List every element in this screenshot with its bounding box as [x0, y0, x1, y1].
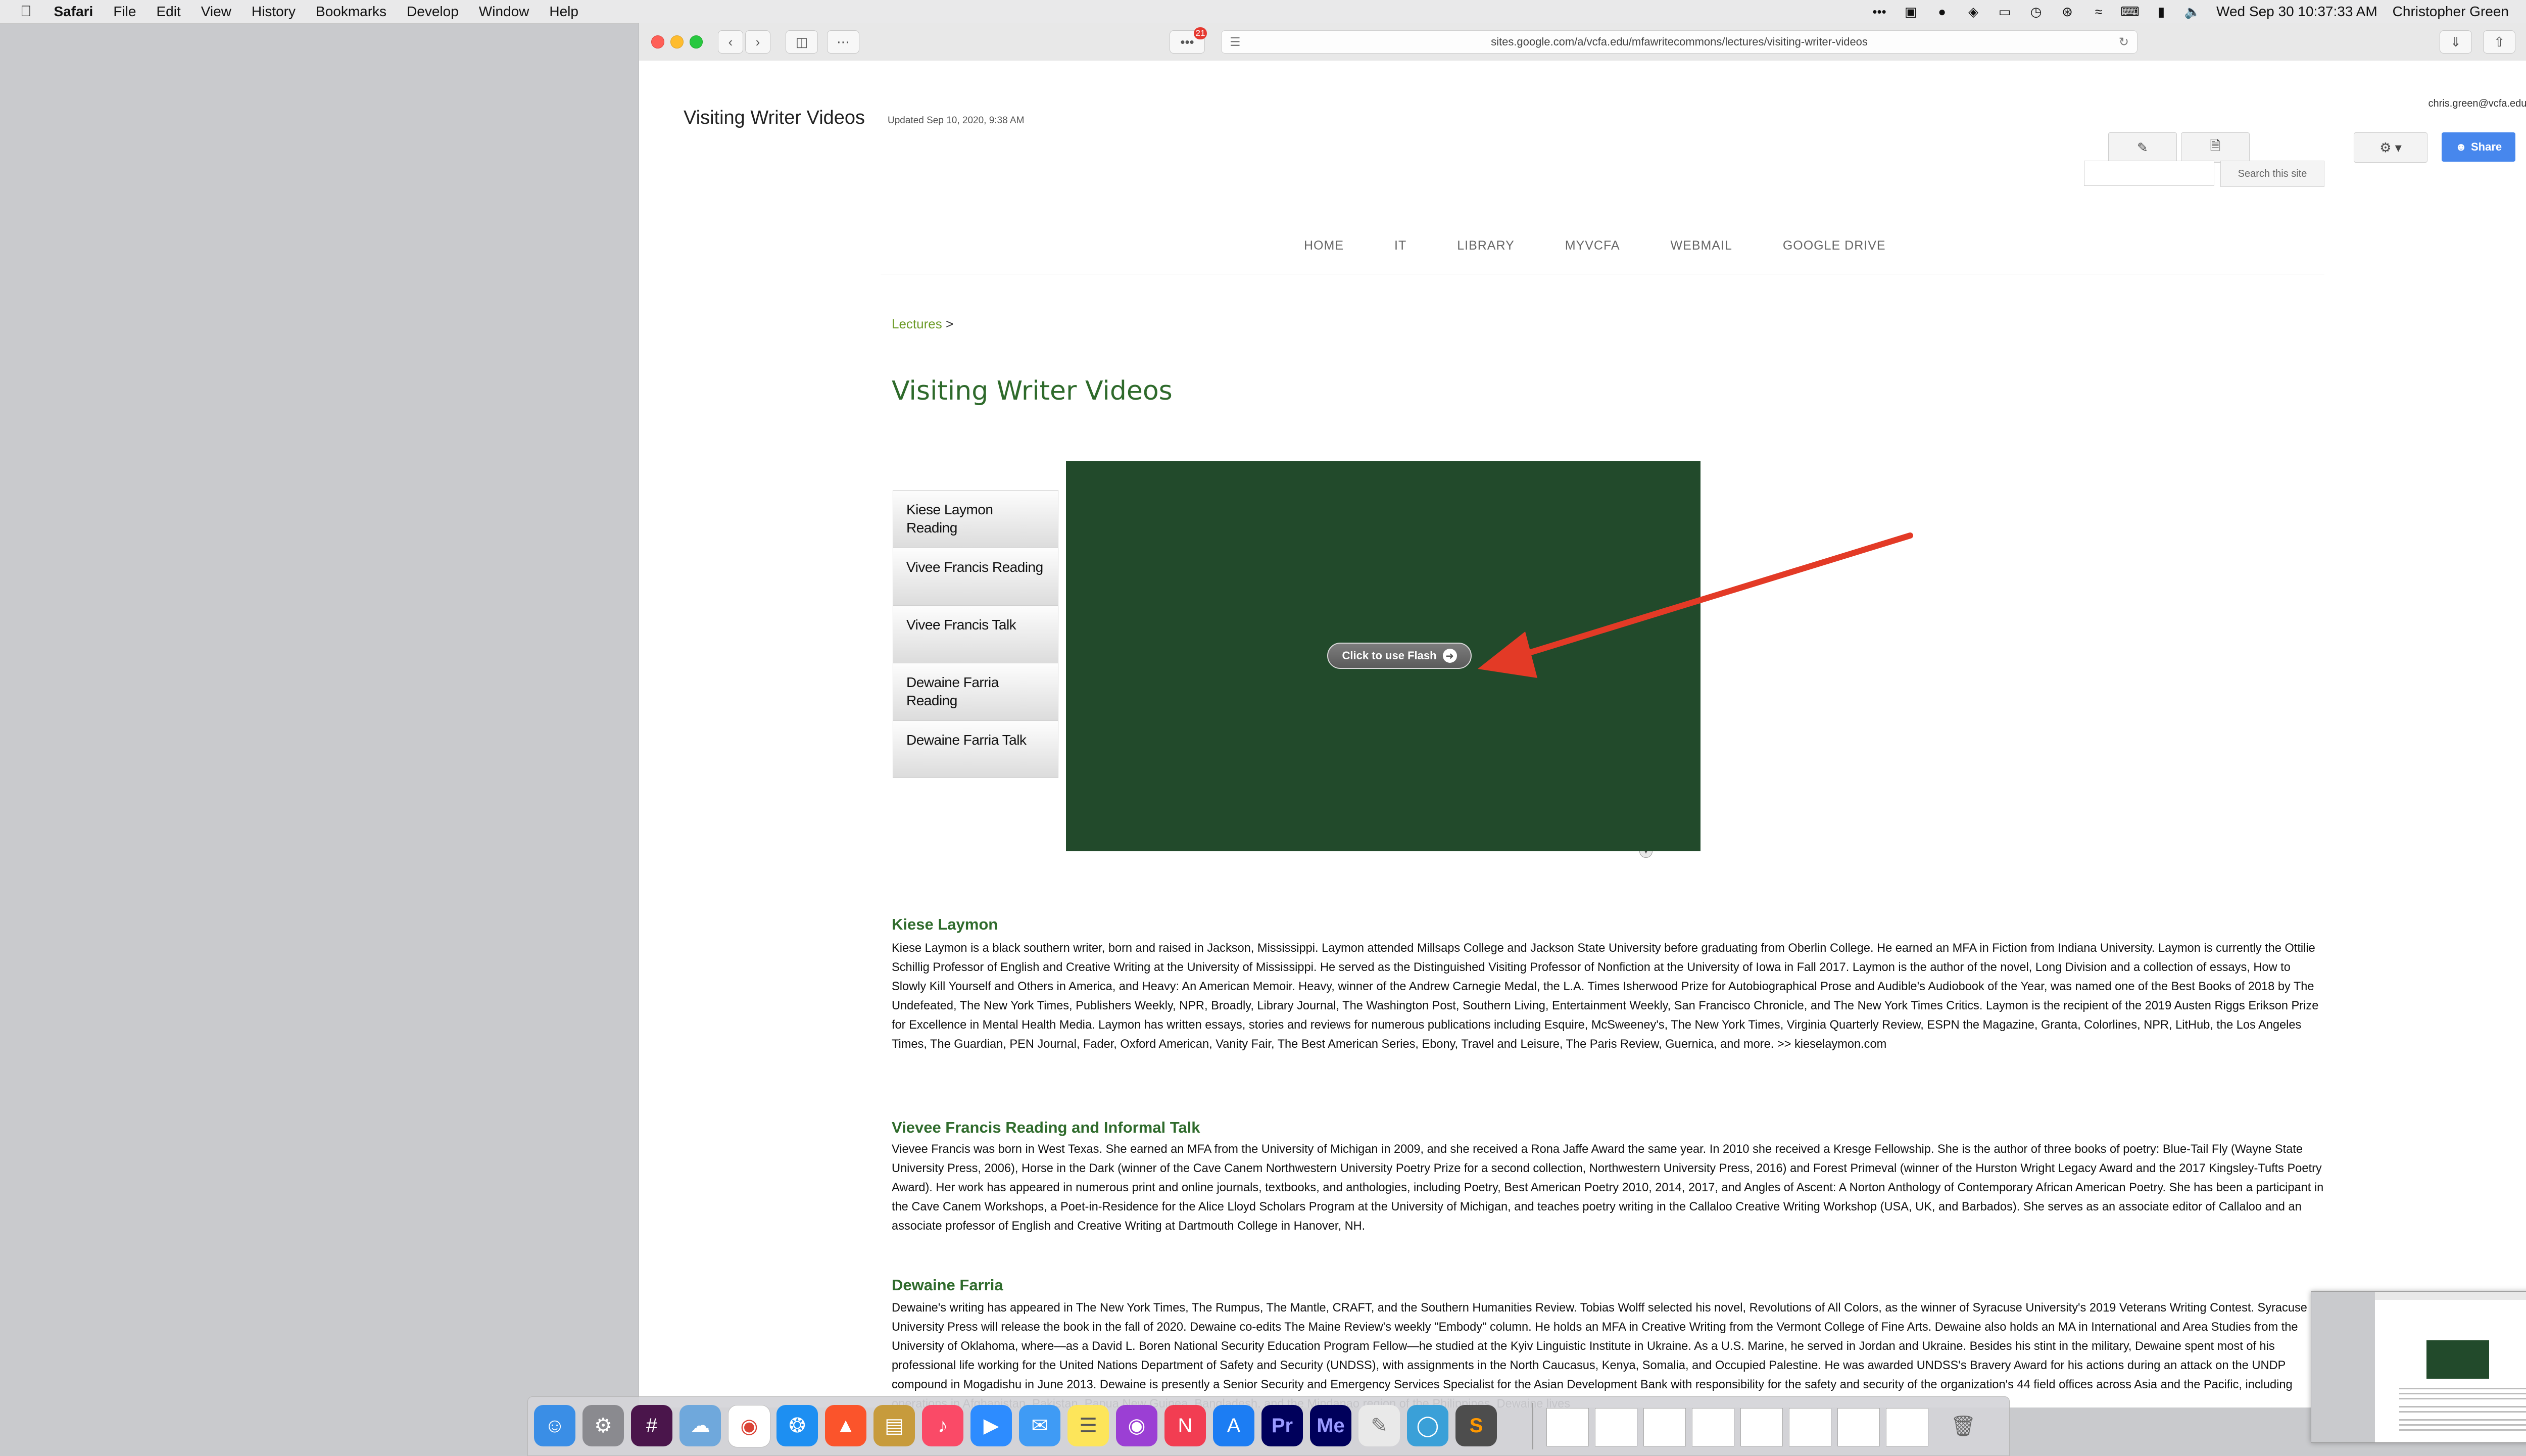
- downloads-icon[interactable]: ⇓: [2440, 30, 2472, 54]
- trash-icon[interactable]: 🗑: [1942, 1405, 1984, 1446]
- thumbnail-text-line: [2399, 1393, 2526, 1394]
- podcasts-icon[interactable]: ◉: [1116, 1405, 1157, 1446]
- menu-app-name[interactable]: Safari: [54, 4, 93, 20]
- sidebar-icon[interactable]: ◫: [786, 30, 818, 54]
- safari-toolbar: ‹ › ◫ ⋯ ••• 21 ☰ sites.google.com/a/vcfa…: [639, 23, 2526, 61]
- thumbnail-text-line: [2399, 1388, 2526, 1389]
- archive-icon[interactable]: ▤: [873, 1405, 915, 1446]
- bio-heading: Vievee Francis Reading and Informal Talk: [892, 1119, 1200, 1136]
- volume-icon[interactable]: 🔈: [2184, 4, 2201, 19]
- dock-document-thumbnail[interactable]: [1837, 1408, 1880, 1446]
- bio-heading: Kiese Laymon: [892, 915, 998, 933]
- dock-document-thumbnail[interactable]: [1595, 1408, 1637, 1446]
- menu-window[interactable]: Window: [479, 4, 529, 20]
- close-window-icon[interactable]: [651, 35, 664, 48]
- menu-edit[interactable]: Edit: [156, 4, 180, 20]
- minimize-window-icon[interactable]: [670, 35, 684, 48]
- dock-document-thumbnail[interactable]: [1643, 1408, 1686, 1446]
- apple-menu-icon[interactable]: : [20, 3, 32, 20]
- dock-document-thumbnail[interactable]: [1789, 1408, 1831, 1446]
- menu-clock[interactable]: Wed Sep 30 10:37:33 AM: [2216, 4, 2377, 20]
- zoom-icon[interactable]: ▶: [970, 1405, 1012, 1446]
- finder-icon[interactable]: ☺: [534, 1405, 575, 1446]
- screen-record-icon[interactable]: ▣: [1902, 4, 1919, 19]
- thumbnail-text-line: [2399, 1429, 2526, 1431]
- tab-overview-icon[interactable]: ⋯: [827, 30, 859, 54]
- zoom-window-icon[interactable]: [690, 35, 703, 48]
- premiere-icon[interactable]: Pr: [1261, 1405, 1303, 1446]
- forward-icon[interactable]: ›: [745, 30, 770, 54]
- bio-heading: Dewaine Farria: [892, 1276, 1003, 1294]
- share-page-icon[interactable]: ⇧: [2483, 30, 2515, 54]
- reader-icon[interactable]: ☰: [1230, 35, 1241, 50]
- menu-file[interactable]: File: [113, 4, 136, 20]
- notes-icon[interactable]: ☰: [1067, 1405, 1109, 1446]
- time-machine-icon[interactable]: ◷: [2027, 4, 2045, 19]
- preview-icon[interactable]: ☁: [679, 1405, 721, 1446]
- dock-document-thumbnail[interactable]: [1740, 1408, 1783, 1446]
- web-page: Visiting Writer Videos Updated Sep 10, 2…: [639, 61, 2526, 1408]
- menu-bookmarks[interactable]: Bookmarks: [316, 4, 386, 20]
- bio-text: Dewaine's writing has appeared in The Ne…: [892, 1301, 2307, 1408]
- menu-bar:  Safari File Edit View History Bookmark…: [0, 0, 2526, 24]
- screenshot-thumbnail-preview[interactable]: [2311, 1291, 2526, 1443]
- messages-icon[interactable]: ✉: [1019, 1405, 1060, 1446]
- media-encoder-icon[interactable]: Me: [1310, 1405, 1351, 1446]
- dock: ☺ ⚙ # ☁ ◉ ❂ ▲ ▤ ♪ ▶ ✉ ☰ ◉ N A Pr Me ✎ ◯ …: [527, 1396, 2010, 1456]
- menu-history[interactable]: History: [252, 4, 296, 20]
- menu-view[interactable]: View: [201, 4, 231, 20]
- bio-text: Vievee Francis was born in West Texas. S…: [892, 1143, 2324, 1233]
- slack-icon[interactable]: #: [631, 1405, 672, 1446]
- dropbox-icon[interactable]: ◈: [1965, 4, 1982, 19]
- bluetooth-icon[interactable]: ⊛: [2059, 4, 2076, 19]
- thumbnail-text-line: [2399, 1398, 2526, 1399]
- battery-icon[interactable]: ▮: [2153, 4, 2170, 19]
- keyboard-icon[interactable]: ⌨: [2120, 4, 2140, 19]
- music-icon[interactable]: ♪: [922, 1405, 963, 1446]
- script-icon[interactable]: ✎: [1358, 1405, 1400, 1446]
- safari-window: ‹ › ◫ ⋯ ••• 21 ☰ sites.google.com/a/vcfa…: [639, 23, 2526, 1408]
- dock-document-thumbnail[interactable]: [1886, 1408, 1928, 1446]
- menu-develop[interactable]: Develop: [407, 4, 459, 20]
- thumbnail-text-line: [2399, 1424, 2526, 1426]
- system-preferences-icon[interactable]: ⚙: [582, 1405, 624, 1446]
- reload-icon[interactable]: ↻: [2119, 35, 2129, 50]
- wifi-icon[interactable]: ≈: [2090, 4, 2107, 19]
- url-text: sites.google.com/a/vcfa.edu/mfawritecomm…: [1491, 35, 1868, 48]
- dock-document-thumbnail[interactable]: [1692, 1408, 1734, 1446]
- thumbnail-player: [2426, 1340, 2489, 1379]
- safari-icon[interactable]: ❂: [776, 1405, 818, 1446]
- creative-cloud-icon[interactable]: ●: [1933, 4, 1951, 19]
- back-icon[interactable]: ‹: [718, 30, 743, 54]
- thumbnail-desktop-area: [2311, 1292, 2375, 1442]
- dock-separator: [1532, 1403, 1533, 1449]
- extension-count-badge: 21: [1194, 27, 1207, 39]
- thumbnail-text-line: [2399, 1411, 2526, 1413]
- menu-help[interactable]: Help: [549, 4, 578, 20]
- spotlight-icon[interactable]: ⚲: [2523, 5, 2526, 18]
- brave-icon[interactable]: ▲: [825, 1405, 866, 1446]
- airplay-icon[interactable]: ▭: [1996, 4, 2013, 19]
- browser-icon[interactable]: ◯: [1407, 1405, 1448, 1446]
- menu-user[interactable]: Christopher Green: [2393, 4, 2509, 20]
- dock-document-thumbnail[interactable]: [1546, 1408, 1589, 1446]
- app-store-icon[interactable]: A: [1213, 1405, 1254, 1446]
- sublime-icon[interactable]: S: [1455, 1405, 1497, 1446]
- thumbnail-text-line: [2399, 1419, 2526, 1421]
- thumbnail-toolbar: [2375, 1292, 2526, 1300]
- news-icon[interactable]: N: [1164, 1405, 1206, 1446]
- bio-text: Kiese Laymon is a black southern writer,…: [892, 942, 2319, 1051]
- thumbnail-text-line: [2399, 1406, 2526, 1408]
- chrome-icon[interactable]: ◉: [728, 1405, 770, 1447]
- more-status-icon[interactable]: •••: [1871, 4, 1888, 19]
- address-bar[interactable]: ☰ sites.google.com/a/vcfa.edu/mfawriteco…: [1221, 30, 2138, 54]
